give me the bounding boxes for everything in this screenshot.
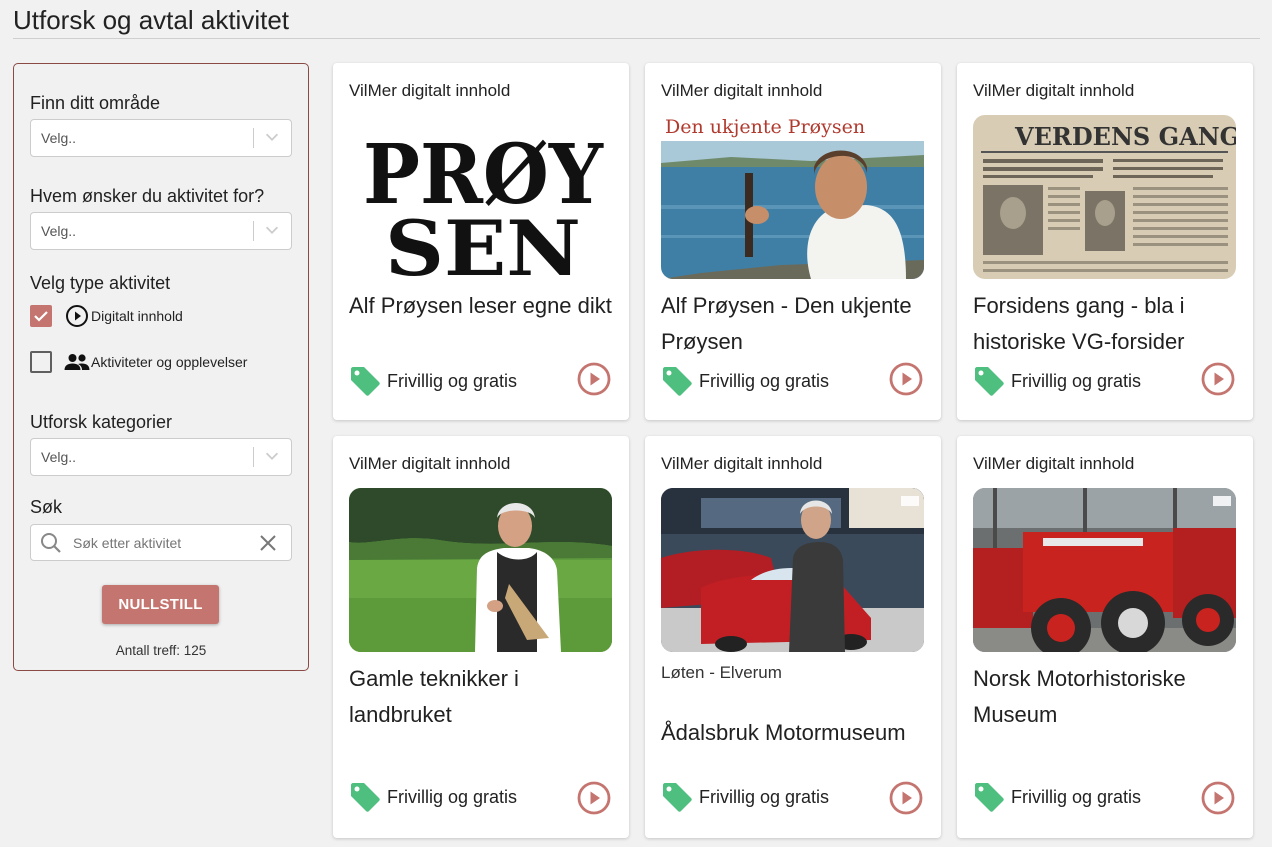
type-option-activities[interactable]: Aktiviteter og opplevelser <box>30 348 247 376</box>
play-circle-icon <box>64 303 90 329</box>
card-image[interactable] <box>661 488 924 652</box>
activity-card[interactable]: VilMer digitalt innhold Norsk Motorhisto… <box>957 436 1253 838</box>
activities-checkbox[interactable] <box>30 351 52 373</box>
price-label: Frivillig og gratis <box>1011 370 1142 391</box>
card-image[interactable]: Den ukjente Prøysen <box>661 115 924 279</box>
tag-icon <box>663 367 692 396</box>
play-circle-icon[interactable] <box>1201 781 1235 815</box>
play-circle-icon[interactable] <box>889 362 923 396</box>
card-price: Frivillig og gratis <box>661 781 829 813</box>
chevron-down-icon[interactable] <box>263 221 281 239</box>
card-title[interactable]: Alf Prøysen leser egne dikt <box>349 288 617 324</box>
card-image-caption: VERDENS GANG <box>1014 122 1236 151</box>
search-input[interactable] <box>73 535 243 551</box>
card-title[interactable]: Forsidens gang - bla i historiske VG-for… <box>973 288 1241 360</box>
select-separator <box>253 221 254 241</box>
play-circle-icon[interactable] <box>577 781 611 815</box>
type-option-digital[interactable]: Digitalt innhold <box>30 302 183 330</box>
digital-option-label: Digitalt innhold <box>91 308 183 324</box>
price-label: Frivillig og gratis <box>387 786 518 807</box>
card-price: Frivillig og gratis <box>349 781 517 813</box>
card-image[interactable] <box>973 488 1236 652</box>
filter-panel: Finn ditt område Velg.. Hvem ønsker du a… <box>13 63 309 671</box>
card-price: Frivillig og gratis <box>661 365 829 397</box>
card-price: Frivillig og gratis <box>973 365 1141 397</box>
search-icon <box>41 533 61 553</box>
type-label: Velg type aktivitet <box>30 273 171 293</box>
tag-icon <box>351 367 380 396</box>
category-select[interactable]: Velg.. <box>30 438 292 476</box>
play-circle-icon[interactable] <box>889 781 923 815</box>
reset-button[interactable]: NULLSTILL <box>102 585 219 624</box>
card-image[interactable] <box>349 488 612 652</box>
svg-text:ALF: ALF <box>357 115 604 127</box>
card-category: VilMer digitalt innhold <box>349 81 511 100</box>
category-select-placeholder: Velg.. <box>41 449 77 465</box>
select-separator <box>253 128 254 148</box>
price-label: Frivillig og gratis <box>699 370 830 391</box>
tag-icon <box>663 783 692 812</box>
card-price: Frivillig og gratis <box>973 781 1141 813</box>
price-label: Frivillig og gratis <box>1011 786 1142 807</box>
activity-card[interactable]: VilMer digitalt innhold Løten - Elverum … <box>645 436 941 838</box>
result-count: Antall treff: 125 <box>115 643 207 658</box>
area-select[interactable]: Velg.. <box>30 119 292 157</box>
card-category: VilMer digitalt innhold <box>973 454 1135 473</box>
card-price: Frivillig og gratis <box>349 365 517 397</box>
checkmark-icon <box>34 311 48 322</box>
card-title[interactable]: Alf Prøysen - Den ukjente Prøysen <box>661 288 929 360</box>
activity-card[interactable]: VilMer digitalt innhold VERDENS GANG For… <box>957 63 1253 420</box>
activities-option-label: Aktiviteter og opplevelser <box>91 354 248 370</box>
card-image[interactable]: VERDENS GANG <box>973 115 1236 279</box>
svg-text:SEN: SEN <box>385 204 581 279</box>
close-icon[interactable] <box>259 534 277 552</box>
digital-checkbox[interactable] <box>30 305 52 327</box>
page-title: Utforsk og avtal aktivitet <box>13 5 289 35</box>
chevron-down-icon[interactable] <box>263 128 281 146</box>
play-circle-icon[interactable] <box>1201 362 1235 396</box>
audience-select[interactable]: Velg.. <box>30 212 292 250</box>
card-category: VilMer digitalt innhold <box>661 454 823 473</box>
price-label: Frivillig og gratis <box>387 370 518 391</box>
title-divider <box>13 38 1260 39</box>
card-category: VilMer digitalt innhold <box>349 454 511 473</box>
card-title[interactable]: Ådalsbruk Motormuseum <box>661 715 929 751</box>
category-label: Utforsk kategorier <box>30 412 173 432</box>
people-icon <box>64 349 90 375</box>
chevron-down-icon[interactable] <box>263 447 281 465</box>
audience-select-placeholder: Velg.. <box>41 223 77 239</box>
search-label: Søk <box>30 497 63 517</box>
activity-card[interactable]: VilMer digitalt innhold Gamle teknikker … <box>333 436 629 838</box>
tag-icon <box>975 367 1004 396</box>
price-label: Frivillig og gratis <box>699 786 830 807</box>
play-circle-icon[interactable] <box>577 362 611 396</box>
card-image-caption: Den ukjente Prøysen <box>665 116 865 138</box>
select-separator <box>253 447 254 467</box>
activity-card[interactable]: VilMer digitalt innhold Den ukjente Prøy… <box>645 63 941 420</box>
audience-label: Hvem ønsker du aktivitet for? <box>30 186 265 206</box>
card-category: VilMer digitalt innhold <box>661 81 823 100</box>
card-category: VilMer digitalt innhold <box>973 81 1135 100</box>
search-field[interactable] <box>30 524 292 561</box>
card-title[interactable]: Norsk Motorhistoriske Museum <box>973 661 1241 733</box>
area-label: Finn ditt område <box>30 93 161 113</box>
tag-icon <box>975 783 1004 812</box>
card-location: Løten - Elverum <box>661 663 782 682</box>
tag-icon <box>351 783 380 812</box>
area-select-placeholder: Velg.. <box>41 130 77 146</box>
card-title[interactable]: Gamle teknikker i landbruket <box>349 661 617 733</box>
card-image[interactable]: ALF PRØY SEN <box>349 115 612 279</box>
activity-card[interactable]: VilMer digitalt innhold ALF PRØY SEN Alf… <box>333 63 629 420</box>
